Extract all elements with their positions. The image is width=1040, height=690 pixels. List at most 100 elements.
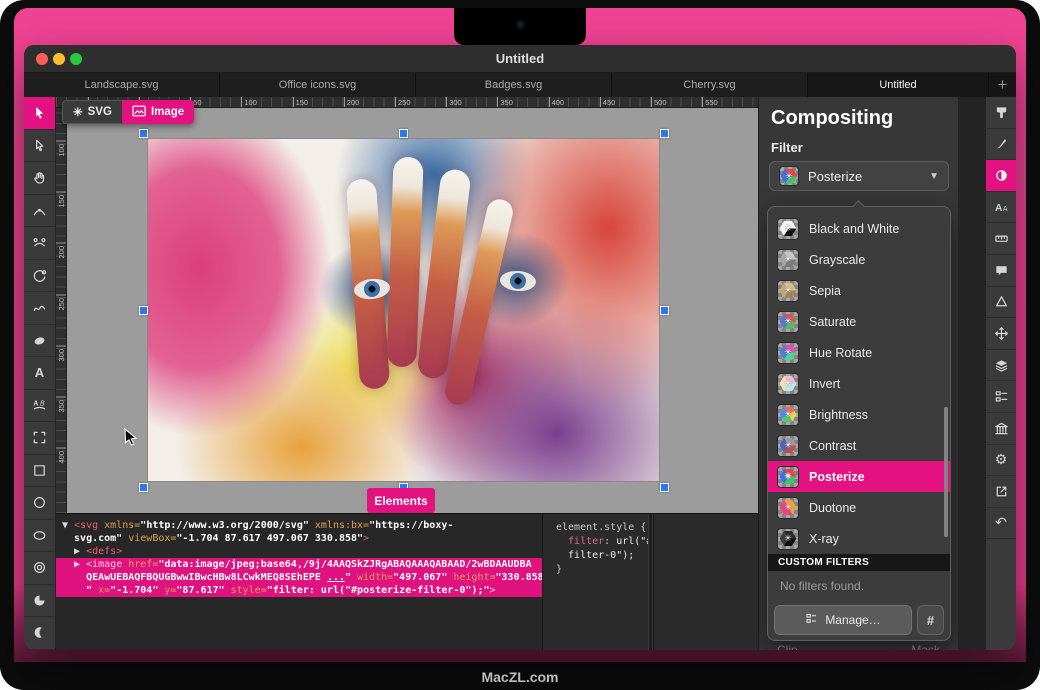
mode-image-button[interactable]: Image: [122, 100, 194, 124]
pie-tool[interactable]: [24, 585, 55, 618]
pen-tool[interactable]: [24, 195, 55, 228]
xml-source-panel[interactable]: ▼ <svg xmlns="http://www.w3.org/2000/svg…: [56, 514, 542, 650]
arc-tool[interactable]: [24, 260, 55, 293]
fill-style-icon: [994, 105, 1009, 120]
edit-select-tool[interactable]: [24, 130, 55, 163]
history-undo-icon: ↶: [995, 514, 1007, 532]
ruler-tick-label: 350: [497, 97, 513, 108]
selected-image-object[interactable]: [148, 139, 659, 481]
history-undo-tool[interactable]: ↶: [986, 508, 1016, 540]
filter-option-x-ray[interactable]: ✳X-ray: [768, 523, 950, 554]
tab-landscape-svg[interactable]: Landscape.svg: [24, 73, 219, 97]
geometry-tool[interactable]: [986, 287, 1016, 319]
blob-brush-tool[interactable]: [24, 325, 55, 358]
code-line[interactable]: element.style {: [550, 521, 651, 535]
close-window-button[interactable]: [36, 53, 48, 65]
ruler-tick-label: 200: [344, 97, 360, 108]
select-tool[interactable]: [24, 97, 55, 130]
filter-hexagon-icon: ✳: [777, 466, 799, 488]
text-tool[interactable]: A: [24, 357, 55, 390]
code-line[interactable]: filter-0");: [550, 549, 651, 563]
code-line[interactable]: QEAwUEBAQFBQUGBwwIBwcHBw8LCwkMEQ8SEhEPE …: [56, 571, 542, 584]
pan-hand-tool[interactable]: [24, 162, 55, 195]
code-line[interactable]: " x="-1.704" y="87.617" style="filter: u…: [56, 584, 542, 597]
node-editor-tool[interactable]: [24, 227, 55, 260]
filter-hexagon-icon: ✳: [777, 528, 799, 550]
compositing-panel: Compositing Filter ✳ Posterize ▼ Clip Ma…: [758, 97, 958, 650]
code-line[interactable]: filter: url("#posterize-: [550, 535, 651, 549]
generators-tool[interactable]: ⚙: [986, 445, 1016, 477]
donut-icon: [32, 560, 47, 575]
new-tab-button[interactable]: +: [989, 73, 1016, 97]
selection-handle[interactable]: [139, 306, 148, 315]
tab-untitled[interactable]: Untitled: [808, 73, 988, 97]
filter-option-black-and-white[interactable]: ✳Black and White: [768, 213, 950, 244]
comments-tool[interactable]: [986, 255, 1016, 287]
layers-tool[interactable]: [986, 350, 1016, 382]
measurements-tool[interactable]: [986, 223, 1016, 255]
code-line[interactable]: ▶ <defs>: [56, 545, 542, 558]
filter-dropdown-value: Posterize: [808, 169, 862, 184]
filter-dropdown[interactable]: ✳ Posterize ▼: [769, 161, 949, 191]
selection-handle[interactable]: [399, 129, 408, 138]
minimize-window-button[interactable]: [53, 53, 65, 65]
selection-handle[interactable]: [139, 129, 148, 138]
zoom-window-button[interactable]: [70, 53, 82, 65]
transform-tool[interactable]: [986, 318, 1016, 350]
ellipse-tool[interactable]: [24, 520, 55, 553]
tab-badges-svg[interactable]: Badges.svg: [416, 73, 611, 97]
donut-tool[interactable]: [24, 552, 55, 585]
manage-filters-button[interactable]: Manage…: [774, 605, 912, 635]
tab-office-icons-svg[interactable]: Office icons.svg: [220, 73, 415, 97]
ruler-tick-label: 350: [56, 397, 67, 413]
code-line[interactable]: }: [550, 563, 651, 577]
filter-option-grayscale[interactable]: ✳Grayscale: [768, 244, 950, 275]
typography-tool[interactable]: AA: [986, 192, 1016, 224]
code-line[interactable]: ▶ <image href="data:image/jpeg;base64,/9…: [56, 558, 542, 571]
ruler-tick-label: 300: [446, 97, 462, 108]
selection-handle[interactable]: [660, 483, 669, 492]
filter-option-saturate[interactable]: ✳Saturate: [768, 306, 950, 337]
filter-hexagon-icon: ✳: [777, 497, 799, 519]
selection-handle[interactable]: [660, 306, 669, 315]
stroke-brush-tool[interactable]: [986, 129, 1016, 161]
selection-handle[interactable]: [139, 483, 148, 492]
element-style-panel[interactable]: element.style { filter: url("#posterize-…: [542, 514, 653, 650]
filter-option-hue-rotate[interactable]: ✳Hue Rotate: [768, 337, 950, 368]
objects-tool[interactable]: [986, 381, 1016, 413]
typography-icon: AA: [994, 200, 1009, 215]
filter-option-duotone[interactable]: ✳Duotone: [768, 492, 950, 523]
export-tool[interactable]: [986, 476, 1016, 508]
artwork-detail: [386, 157, 423, 368]
filter-option-posterize[interactable]: ✳Posterize: [768, 461, 950, 492]
panel-title: Compositing: [771, 107, 893, 130]
crescent-tool[interactable]: [24, 617, 55, 650]
filter-option-brightness[interactable]: ✳Brightness: [768, 399, 950, 430]
window-body: AAB -50050100150200250300350400450500550…: [24, 97, 1016, 650]
filter-option-contrast[interactable]: ✳Contrast: [768, 430, 950, 461]
measurements-icon: [994, 231, 1009, 246]
mode-svg-button[interactable]: ✳ SVG: [62, 100, 122, 124]
text-path-icon: AB: [32, 398, 47, 413]
elements-drawer-button[interactable]: Elements: [367, 488, 435, 513]
code-line[interactable]: ▼ <svg xmlns="http://www.w3.org/2000/svg…: [56, 519, 542, 532]
watermark: MacZL.com: [0, 669, 1040, 685]
rectangle-tool[interactable]: [24, 455, 55, 488]
code-line[interactable]: svg.com" viewBox="-1.704 87.617 497.067 …: [56, 532, 542, 545]
selection-handle[interactable]: [660, 129, 669, 138]
filter-option-invert[interactable]: ✳Invert: [768, 368, 950, 399]
text-path-tool[interactable]: AB: [24, 390, 55, 423]
library-tool[interactable]: [986, 413, 1016, 445]
pencil-tool[interactable]: [24, 292, 55, 325]
tab-cherry-svg[interactable]: Cherry.svg: [612, 73, 807, 97]
compositing-tool[interactable]: [986, 160, 1016, 192]
filter-preview-icon: ✳: [779, 166, 799, 186]
filter-list-scrollbar[interactable]: [944, 407, 948, 537]
circle-tool[interactable]: [24, 487, 55, 520]
hash-filter-button[interactable]: #: [917, 605, 944, 635]
filter-option-sepia[interactable]: ✳Sepia: [768, 275, 950, 306]
svg-image-mode-toggle: ✳ SVG Image: [62, 100, 194, 124]
drawing-canvas[interactable]: [67, 108, 758, 513]
view-box-tool[interactable]: [24, 422, 55, 455]
fill-style-tool[interactable]: [986, 97, 1016, 129]
